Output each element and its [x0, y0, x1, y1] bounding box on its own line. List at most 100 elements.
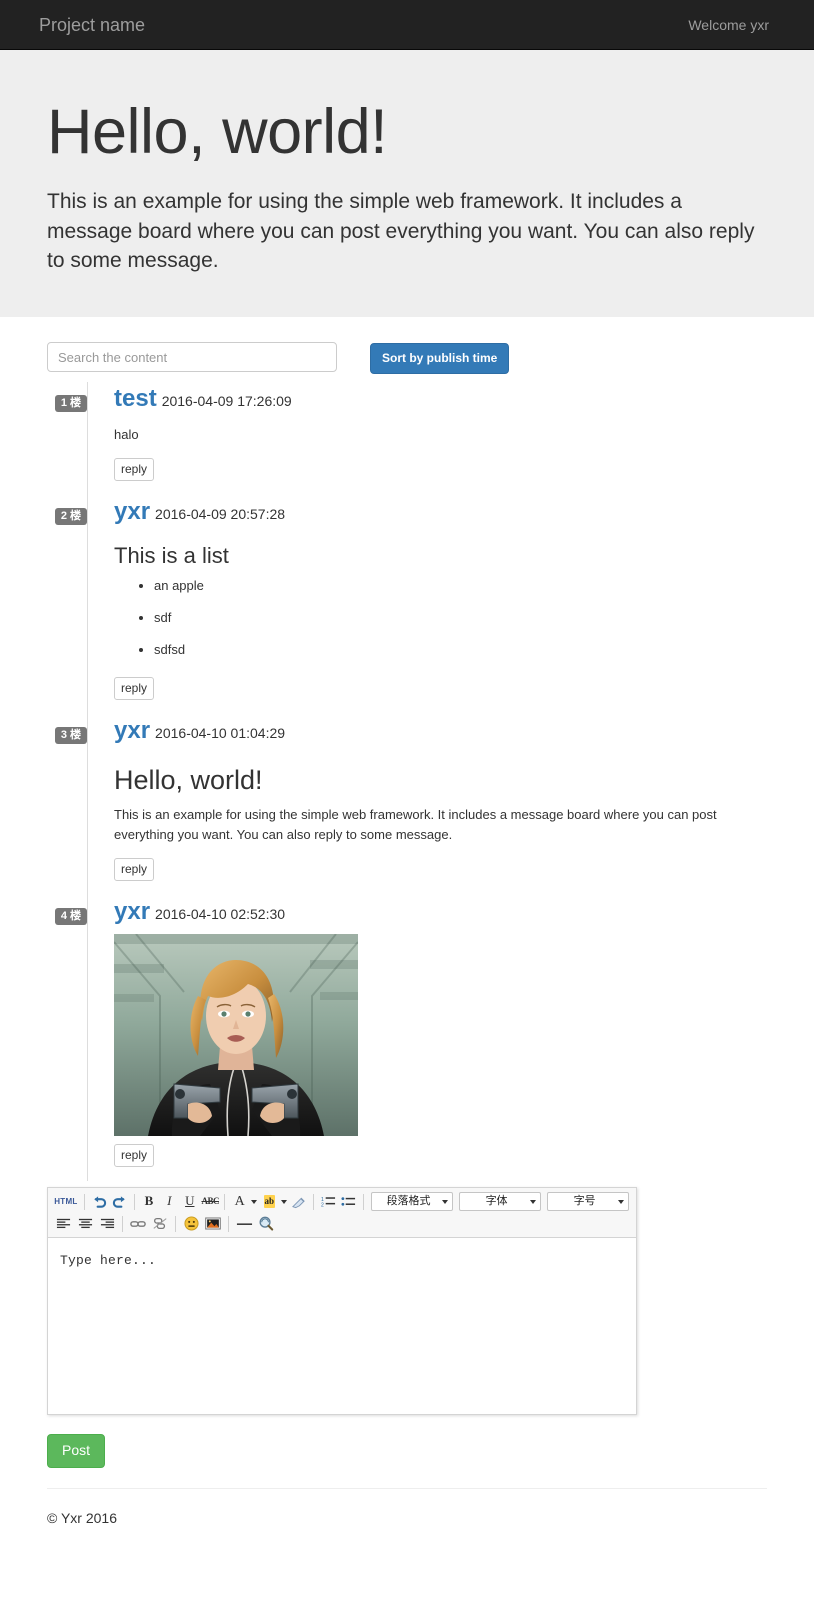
post-text: halo	[114, 426, 139, 442]
sort-by-publish-time-button[interactable]: Sort by publish time	[370, 343, 510, 375]
toolbar-divider	[133, 1193, 135, 1210]
reply-button[interactable]: reply	[114, 458, 155, 482]
post-item: 2 楼 yxr 2016-04-09 20:57:28 This is a li…	[47, 495, 767, 715]
post-header: yxr 2016-04-10 01:04:29	[114, 717, 767, 744]
chevron-down-icon	[442, 1199, 449, 1204]
post-bullet-list: an apple sdf sdfsd	[114, 577, 767, 660]
list-item: sdf	[154, 609, 767, 627]
post-content: Hello, world! This is an example for usi…	[114, 745, 767, 845]
page-title: Hello, world!	[47, 97, 388, 167]
post-button[interactable]: Post	[47, 1433, 106, 1468]
top-navbar: Project name Welcome yxr	[0, 0, 814, 50]
floor-badge-col: 4 楼	[47, 895, 87, 926]
main-container: Sort by publish time 1 楼 test 2016-04-09…	[32, 317, 782, 1567]
font-family-label: 字体	[485, 1194, 508, 1207]
strikethrough-icon[interactable]: ABC	[200, 1192, 220, 1212]
insert-image-icon[interactable]	[202, 1214, 224, 1234]
post-body: yxr 2016-04-10 02:52:30 reply	[87, 895, 767, 1181]
post-author[interactable]: yxr	[114, 717, 150, 744]
status-badge: 4 楼	[54, 908, 87, 926]
chevron-down-icon	[618, 1199, 625, 1204]
post-body: yxr 2016-04-10 01:04:29 Hello, world! Th…	[87, 714, 767, 896]
post-text: This is an example for using the simple …	[114, 807, 717, 842]
paragraph-format-select[interactable]: 段落格式	[371, 1192, 454, 1212]
editor-toolbar-row-2	[52, 1213, 632, 1235]
text-highlight-dropdown-caret[interactable]	[280, 1192, 289, 1212]
post-header: yxr 2016-04-09 20:57:28	[114, 498, 767, 525]
text-highlight-icon[interactable]: ab	[259, 1192, 279, 1212]
font-family-select[interactable]: 字体	[459, 1192, 542, 1212]
post-timestamp: 2016-04-10 01:04:29	[155, 725, 286, 742]
status-badge: 3 楼	[54, 727, 87, 745]
toolbar-divider	[363, 1193, 365, 1210]
post-content	[114, 926, 767, 1136]
horizontal-rule-icon[interactable]	[233, 1214, 255, 1234]
post-timestamp: 2016-04-09 17:26:09	[161, 393, 292, 410]
unordered-list-icon[interactable]	[339, 1192, 359, 1212]
post-content: This is a list an apple sdf sdfsd	[114, 526, 767, 660]
remove-link-icon[interactable]	[149, 1214, 171, 1234]
align-left-icon[interactable]	[52, 1214, 74, 1234]
search-row: Sort by publish time	[47, 342, 767, 375]
post-author[interactable]: yxr	[114, 498, 150, 525]
editor-toolbar-row-1: HTML B I U ABC A ab 1 2 段落格式 字体 字号	[52, 1191, 632, 1213]
footer-copyright: © Yxr 2016	[47, 1509, 117, 1526]
text-highlight-label: ab	[263, 1195, 276, 1209]
floor-badge-col: 2 楼	[47, 495, 87, 526]
post-timestamp: 2016-04-09 20:57:28	[155, 506, 286, 523]
post-item: 3 楼 yxr 2016-04-10 01:04:29 Hello, world…	[47, 714, 767, 896]
reply-button[interactable]: reply	[114, 677, 155, 701]
post-author[interactable]: test	[114, 385, 157, 412]
editor-placeholder-text: Type here...	[60, 1252, 157, 1268]
toolbar-divider	[228, 1215, 229, 1232]
post-item: 4 楼 yxr 2016-04-10 02:52:30 reply	[47, 895, 767, 1181]
preview-search-icon[interactable]	[255, 1214, 277, 1234]
chevron-down-icon	[530, 1199, 537, 1204]
reply-button[interactable]: reply	[114, 1143, 155, 1167]
italic-icon[interactable]: I	[159, 1192, 179, 1212]
post-body: test 2016-04-09 17:26:09 halo reply	[87, 382, 767, 496]
bold-icon[interactable]: B	[139, 1192, 159, 1212]
post-heading: This is a list	[114, 542, 229, 568]
insert-link-icon[interactable]	[127, 1214, 149, 1234]
post-timestamp: 2016-04-10 02:52:30	[155, 906, 286, 923]
post-author[interactable]: yxr	[114, 898, 150, 925]
reply-button[interactable]: reply	[114, 858, 155, 882]
post-header: yxr 2016-04-10 02:52:30	[114, 898, 767, 925]
status-badge: 2 楼	[54, 508, 87, 526]
font-size-label: 字号	[573, 1194, 596, 1207]
insert-emoji-icon[interactable]	[180, 1214, 202, 1234]
post-body: yxr 2016-04-09 20:57:28 This is a list a…	[87, 495, 767, 715]
page-description: This is an example for using the simple …	[47, 190, 755, 273]
navbar-welcome-text: Welcome yxr	[688, 16, 769, 33]
post-image	[114, 933, 358, 1136]
toolbar-divider	[224, 1193, 226, 1210]
redo-icon[interactable]	[109, 1192, 129, 1212]
navbar-brand[interactable]: Project name	[24, 15, 160, 35]
search-input[interactable]	[47, 342, 337, 373]
ordered-list-icon[interactable]: 1 2	[318, 1192, 338, 1212]
clear-format-icon[interactable]	[289, 1192, 309, 1212]
editor-content-area[interactable]: Type here...	[48, 1237, 636, 1414]
undo-icon[interactable]	[89, 1192, 109, 1212]
post-content: halo	[114, 413, 767, 445]
jumbotron: Hello, world! This is an example for usi…	[0, 50, 814, 318]
list-item: sdfsd	[154, 641, 767, 659]
font-color-icon[interactable]: A	[229, 1192, 249, 1212]
underline-icon[interactable]: U	[180, 1192, 200, 1212]
align-right-icon[interactable]	[96, 1214, 118, 1234]
list-item: an apple	[154, 577, 767, 595]
html-source-icon[interactable]: HTML	[52, 1192, 80, 1212]
align-center-icon[interactable]	[74, 1214, 96, 1234]
status-badge: 1 楼	[54, 395, 87, 413]
post-header: test 2016-04-09 17:26:09	[114, 385, 767, 412]
font-size-select[interactable]: 字号	[547, 1192, 630, 1212]
toolbar-divider	[122, 1215, 123, 1232]
font-color-dropdown-caret[interactable]	[250, 1192, 259, 1212]
post-item: 1 楼 test 2016-04-09 17:26:09 halo reply	[47, 382, 767, 496]
footer-divider	[47, 1487, 767, 1489]
floor-badge-col: 3 楼	[47, 714, 87, 745]
editor-toolbar: HTML B I U ABC A ab 1 2 段落格式 字体 字号	[48, 1187, 636, 1238]
toolbar-divider	[313, 1193, 315, 1210]
svg-text:2: 2	[321, 1203, 324, 1208]
